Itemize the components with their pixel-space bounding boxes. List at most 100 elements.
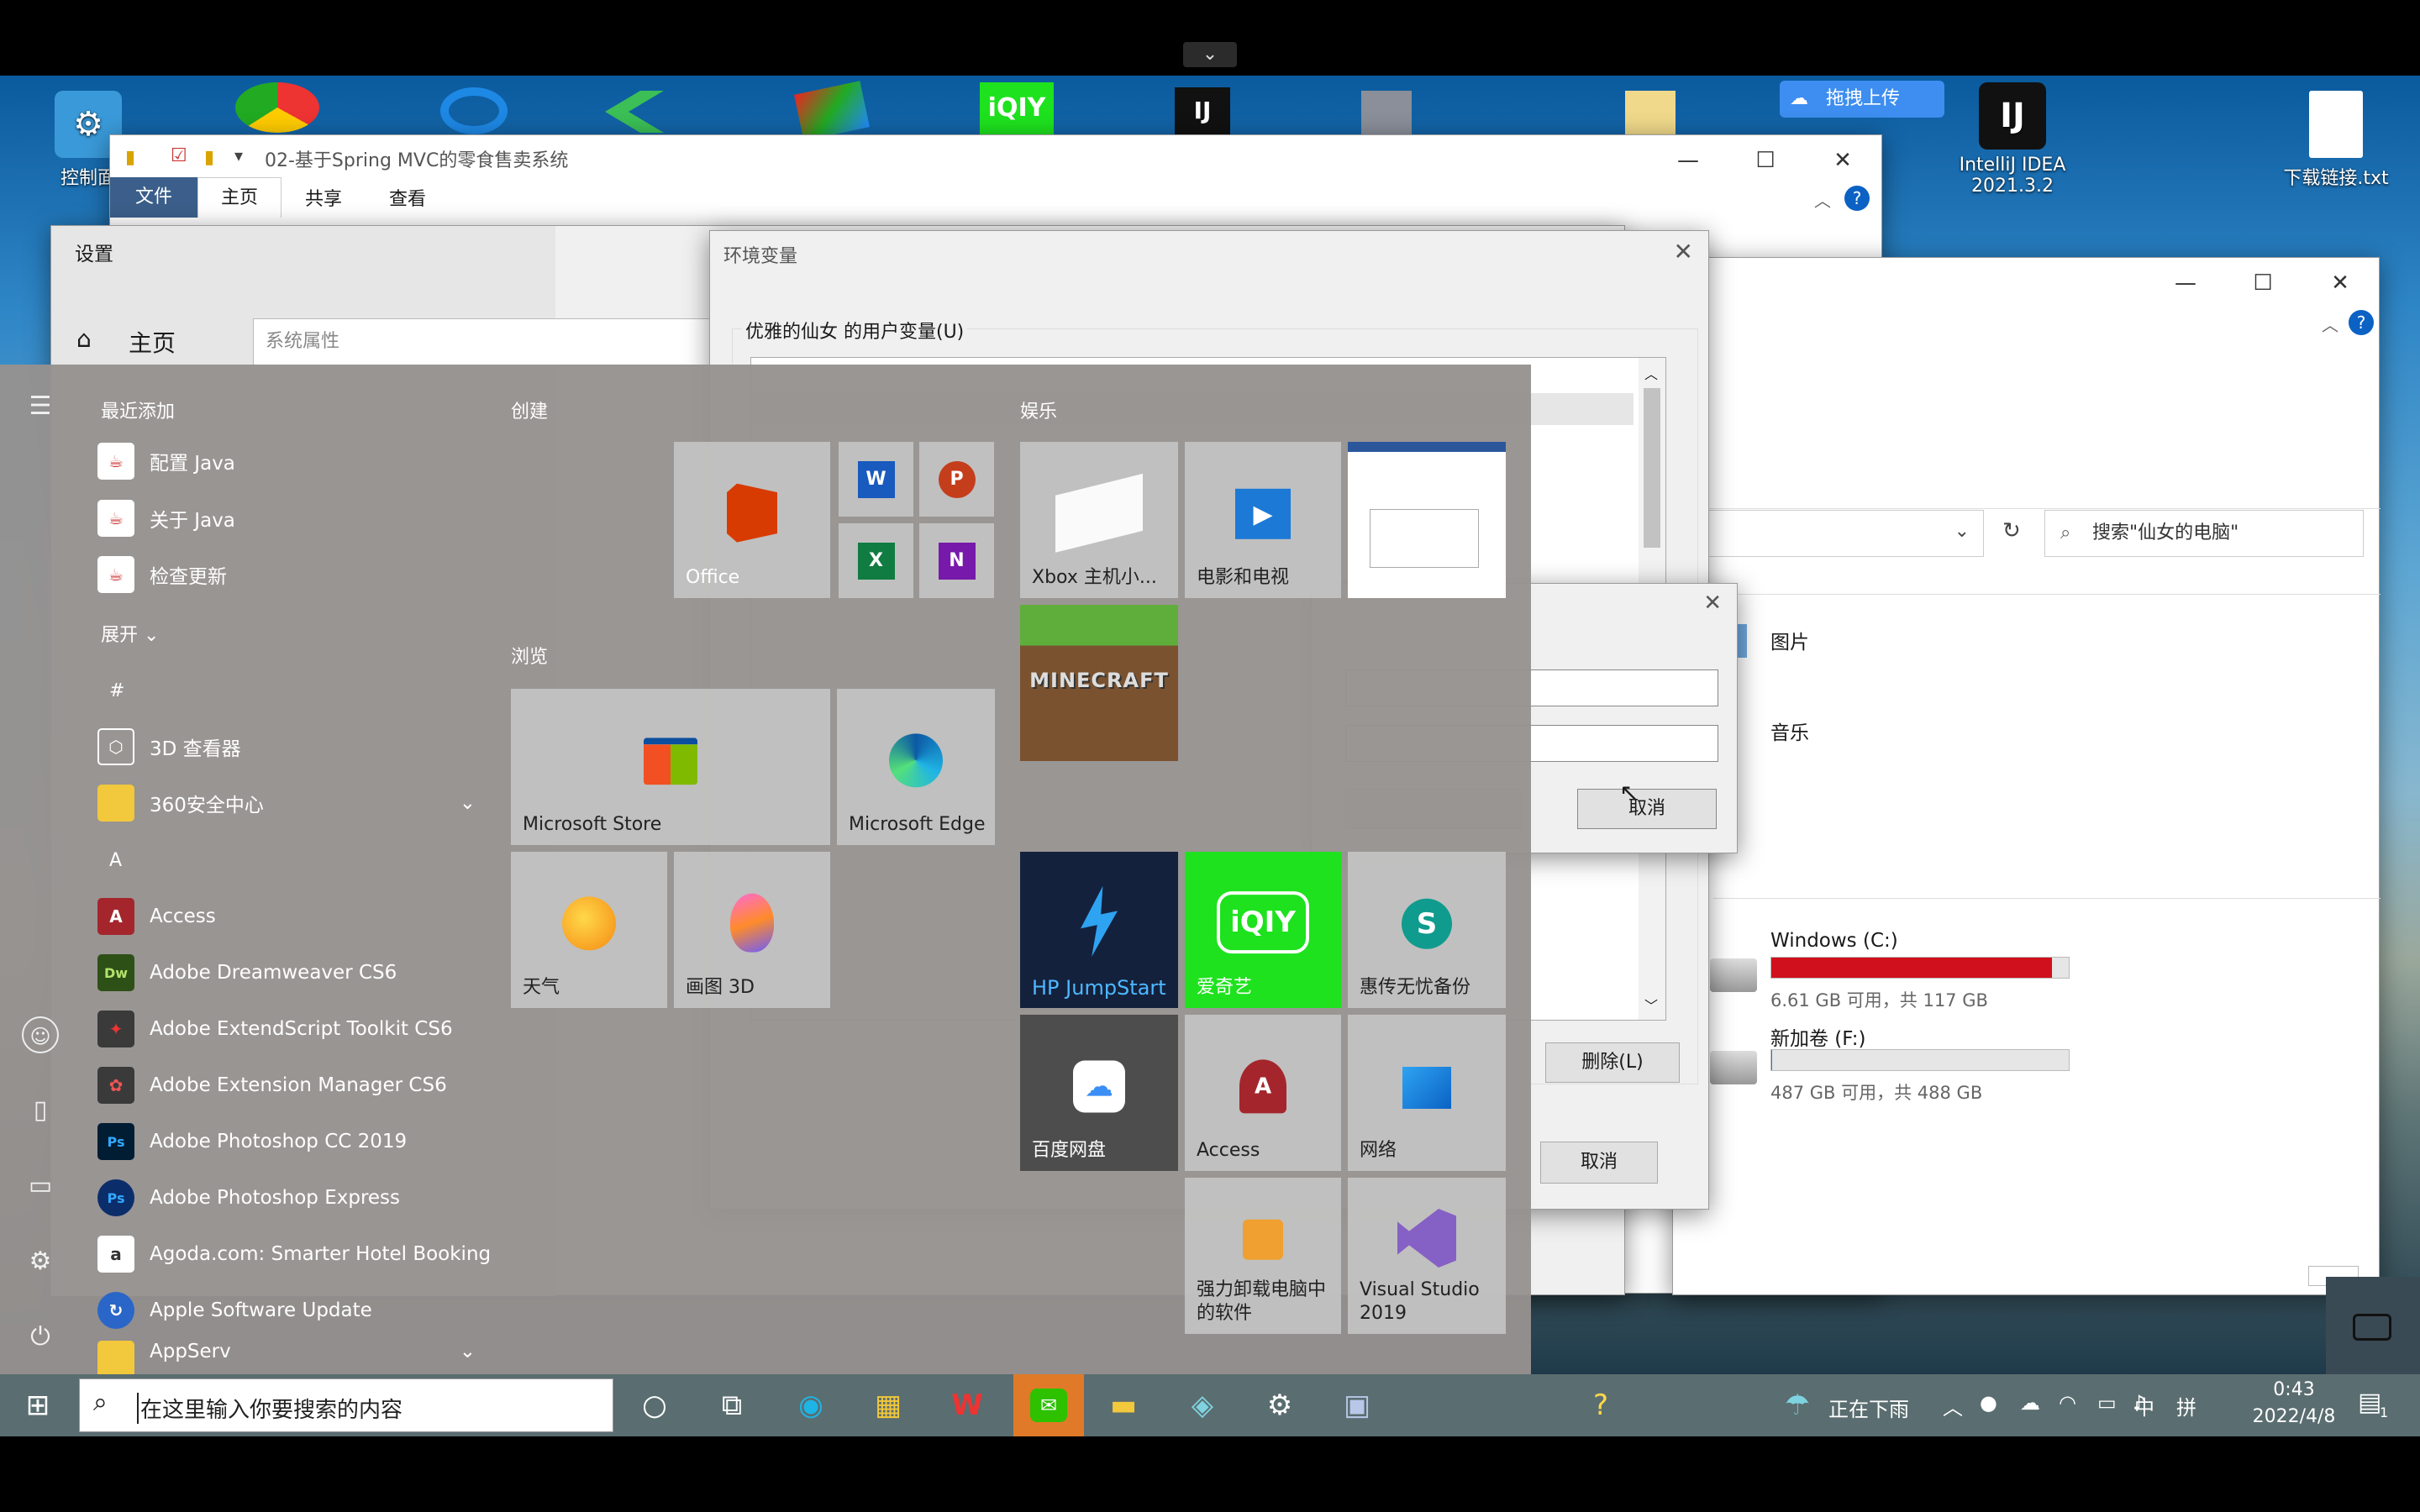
scroll-thumb[interactable] [1644, 388, 1660, 548]
tool-icon[interactable] [1361, 91, 1412, 134]
file-manager-taskbar-icon[interactable]: ▦ [865, 1383, 911, 1428]
clock-time[interactable]: 0:43 [2244, 1379, 2344, 1400]
app-icon[interactable] [794, 81, 870, 141]
section-letter[interactable]: # [109, 680, 124, 701]
intellij-small-icon[interactable]: IJ [1175, 87, 1230, 134]
tile-microsoft-edge[interactable]: Microsoft Edge [837, 689, 995, 845]
taskbar-search-input[interactable]: ⌕ 在这里输入你要搜索的内容 [79, 1378, 613, 1432]
notification-icon[interactable]: ▤ [2358, 1388, 2381, 1417]
battery-icon[interactable]: ▭ [2097, 1391, 2117, 1415]
list-item[interactable]: ☕ 配置 Java [97, 435, 484, 487]
group-title-browse[interactable]: 浏览 [511, 642, 548, 669]
qq-icon[interactable]: ● [1980, 1391, 1997, 1415]
list-item[interactable]: 360安全中心 ⌄ [97, 777, 476, 829]
chevron-up-icon[interactable]: ︿ [1943, 1391, 1963, 1420]
documents-icon[interactable]: ▯ [22, 1092, 59, 1129]
tab-share[interactable]: 共享 [281, 184, 366, 211]
refresh-icon[interactable]: ↻ [2002, 518, 2021, 543]
drive-name[interactable]: Windows (C:) [1770, 930, 1898, 952]
tile-movies-tv[interactable]: ▶ 电影和电视 [1185, 442, 1341, 598]
tile-backup[interactable]: S 惠传无忧备份 [1348, 852, 1506, 1008]
list-item[interactable]: Ps Adobe Photoshop CC 2019 [97, 1116, 484, 1168]
expand-button[interactable]: 展开 ⌄ [101, 620, 159, 647]
desktop-icon-text-file[interactable]: 下载链接.txt [2260, 91, 2412, 190]
search-field[interactable]: ⌕ 搜索"仙女的电脑" [2044, 510, 2364, 557]
tab-home[interactable]: 主页 [197, 177, 281, 218]
tile-hp-jumpstart[interactable]: HP JumpStart [1020, 852, 1178, 1008]
tile-uninstaller[interactable]: 强力卸载电脑中的软件 [1185, 1178, 1341, 1334]
tab-view[interactable]: 查看 [366, 184, 450, 211]
folder-label[interactable]: 音乐 [1770, 717, 1809, 745]
minimize-icon[interactable]: — [2147, 258, 2224, 308]
wps-icon[interactable]: W [944, 1383, 990, 1428]
home-icon[interactable]: ⌂ [76, 325, 92, 353]
tile-baidu-netdisk[interactable]: ☁ 百度网盘 [1020, 1015, 1178, 1171]
close-icon[interactable]: ✕ [2302, 258, 2379, 308]
scroll-down-icon[interactable]: ﹀ [1644, 995, 1658, 1015]
green-arrow-icon[interactable] [605, 91, 664, 133]
user-icon[interactable]: ☺ [22, 1016, 59, 1053]
tile-access[interactable]: A Access [1185, 1015, 1341, 1171]
delete-button[interactable]: 删除(L) [1545, 1042, 1680, 1083]
tile-minecraft[interactable]: MINECRAFT [1020, 605, 1178, 761]
chrome-icon[interactable] [235, 82, 319, 133]
quick-access-dropdown-icon[interactable]: ▾ [234, 145, 243, 165]
upload-badge[interactable]: ☁ 拖拽上传 [1780, 81, 1944, 118]
system-properties-taskbar-icon[interactable]: ▣ [1334, 1383, 1380, 1428]
checkbox-icon[interactable]: ☑ [171, 145, 187, 166]
tile-powerpoint[interactable]: P [919, 442, 994, 517]
section-letter[interactable]: A [109, 850, 122, 871]
collapse-ribbon-icon[interactable]: ︿ [1814, 187, 1831, 212]
ime-language[interactable]: 中 [2134, 1391, 2154, 1420]
group-title-create[interactable]: 创建 [511, 396, 548, 423]
settings-icon[interactable]: ⚙ [22, 1243, 59, 1280]
list-item[interactable]: ✿ Adobe Extension Manager CS6 [97, 1059, 484, 1111]
list-item[interactable]: AppServ ⌄ [97, 1341, 476, 1374]
help-tray-icon[interactable]: ? [1578, 1383, 1623, 1428]
tile-weather[interactable]: 天气 [511, 852, 667, 1008]
settings-home[interactable]: 主页 [129, 325, 176, 359]
group-title-entertainment[interactable]: 娱乐 [1020, 396, 1057, 423]
tile-office[interactable]: Office [674, 442, 830, 598]
iqiyi-desktop-icon[interactable]: iQIY [980, 82, 1054, 134]
rain-icon[interactable]: ☂ [1775, 1383, 1820, 1428]
notepad-taskbar-icon[interactable]: ◈ [1180, 1383, 1225, 1428]
list-item[interactable]: Dw Adobe Dreamweaver CS6 [97, 947, 484, 999]
cortana-icon[interactable]: ○ [632, 1383, 677, 1428]
list-item[interactable]: Ps Adobe Photoshop Express [97, 1172, 484, 1224]
power-icon[interactable]: ⏻ [22, 1319, 59, 1356]
hamburger-icon[interactable]: ☰ [22, 388, 59, 425]
chevron-down-icon[interactable]: ⌄ [1954, 521, 1970, 542]
tile-network[interactable]: 网络 [1348, 1015, 1506, 1171]
help-icon[interactable]: ? [2349, 310, 2374, 335]
wifi-icon[interactable]: ◠ [2059, 1391, 2076, 1415]
tile-visual-studio[interactable]: Visual Studio 2019 [1348, 1178, 1506, 1334]
tile-paint-3d[interactable]: 画图 3D [674, 852, 830, 1008]
wechat-taskbar-icon[interactable]: ✉ [1013, 1374, 1084, 1436]
help-icon[interactable]: ? [1844, 186, 1870, 211]
settings-search-input[interactable]: 系统属性 [253, 318, 723, 365]
address-bar[interactable]: ⌄ [1673, 510, 1984, 557]
cancel-button[interactable]: 取消 [1577, 789, 1717, 829]
weather-status[interactable]: 正在下雨 [1828, 1393, 1909, 1422]
list-item[interactable]: a Agoda.com: Smarter Hotel Booking [97, 1228, 568, 1280]
close-icon[interactable]: ✕ [1674, 238, 1693, 265]
folder-icon[interactable] [1625, 91, 1676, 134]
list-item[interactable]: ↻ Apple Software Update [97, 1284, 484, 1336]
task-view-icon[interactable]: ⧉ [709, 1383, 755, 1428]
list-item[interactable]: A Access [97, 890, 484, 942]
close-icon[interactable]: ✕ [1703, 591, 1722, 616]
chevron-down-icon[interactable]: ⌄ [1183, 42, 1237, 67]
ie-icon[interactable] [440, 87, 508, 134]
list-item[interactable]: ☕ 关于 Java [97, 492, 484, 544]
tile-microsoft-store[interactable]: Microsoft Store [511, 689, 830, 845]
edge-taskbar-icon[interactable]: ◉ [788, 1383, 834, 1428]
scroll-up-icon[interactable]: ︿ [1644, 363, 1658, 383]
settings-taskbar-icon[interactable]: ⚙ [1257, 1383, 1302, 1428]
folder-label[interactable]: 图片 [1770, 626, 1809, 654]
maximize-icon[interactable]: ☐ [2224, 258, 2302, 308]
explorer-taskbar-icon[interactable]: ▬ [1101, 1383, 1146, 1428]
cloud-tray-icon[interactable]: ☁ [2020, 1391, 2040, 1415]
tile-word[interactable]: W [839, 442, 913, 517]
list-item[interactable]: ⬡ 3D 查看器 [97, 721, 484, 773]
